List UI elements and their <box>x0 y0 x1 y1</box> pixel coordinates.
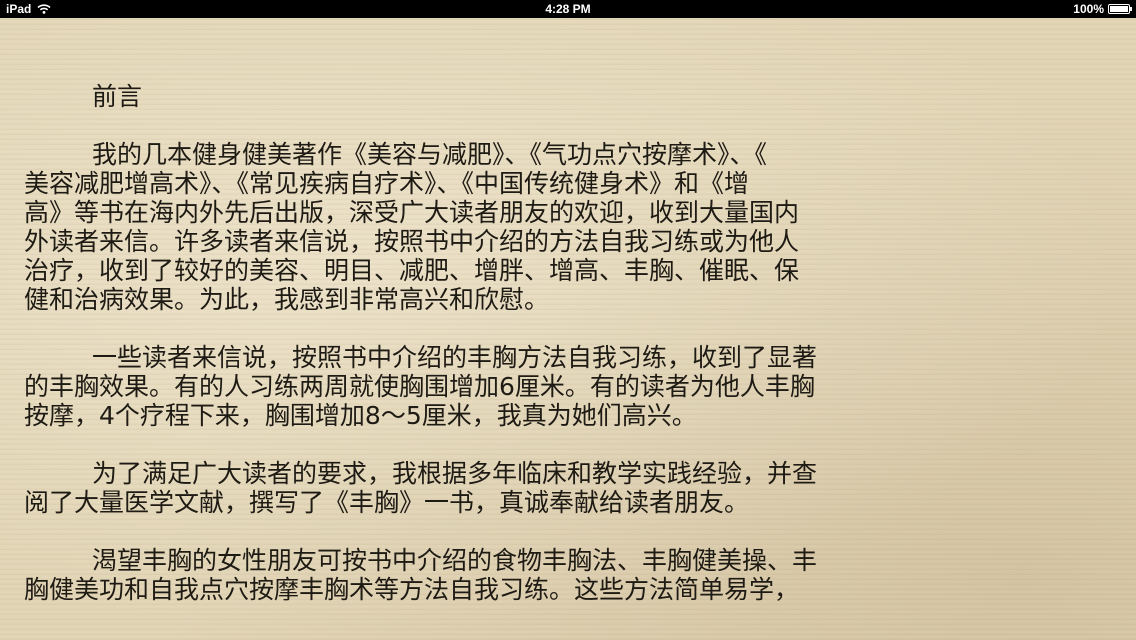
ipad-screen: iPad 4:28 PM 100% 前言 我的几本健身健美著作《美容与减肥》、《… <box>0 0 1136 640</box>
text-line: 为了满足广大读者的要求，我根据多年临床和教学实践经验，并查 <box>92 459 818 488</box>
status-right: 100% <box>1073 2 1132 16</box>
text-line: 胸健美功和自我点穴按摩丰胸术等方法自我习练。这些方法简单易学， <box>24 575 800 604</box>
text-line: 一些读者来信说，按照书中介绍的丰胸方法自我习练，收到了显著 <box>92 343 818 372</box>
text-line: 高》等书在海内外先后出版，深受广大读者朋友的欢迎，收到大量国内 <box>24 198 800 227</box>
text-line: 我的几本健身健美著作《美容与减肥》、《气功点穴按摩术》、《 <box>92 140 768 169</box>
book-page[interactable]: 前言 我的几本健身健美著作《美容与减肥》、《气功点穴按摩术》、《 美容减肥增高术》… <box>0 18 1136 640</box>
battery-percent: 100% <box>1073 2 1104 16</box>
text-line: 的丰胸效果。有的人习练两周就使胸围增加6厘米。有的读者为他人丰胸 <box>24 372 815 401</box>
reader-content: 前言 我的几本健身健美著作《美容与减肥》、《气功点穴按摩术》、《 美容减肥增高术》… <box>24 82 1124 604</box>
chapter-heading: 前言 <box>92 82 143 111</box>
battery-icon <box>1108 4 1132 14</box>
text-line: 渴望丰胸的女性朋友可按书中介绍的食物丰胸法、丰胸健美操、丰 <box>92 546 818 575</box>
text-line: 外读者来信。许多读者来信说，按照书中介绍的方法自我习练或为他人 <box>24 227 800 256</box>
paragraph: 我的几本健身健美著作《美容与减肥》、《气功点穴按摩术》、《 美容减肥增高术》、《常… <box>24 140 1124 314</box>
paragraphs: 我的几本健身健美著作《美容与减肥》、《气功点穴按摩术》、《 美容减肥增高术》、《常… <box>24 140 1124 604</box>
text-line: 治疗，收到了较好的美容、明目、减肥、增胖、增高、丰胸、催眠、保 <box>24 256 800 285</box>
status-bar: iPad 4:28 PM 100% <box>0 0 1136 18</box>
text-line: 按摩，4个疗程下来，胸围增加8～5厘米，我真为她们高兴。 <box>24 401 697 430</box>
text-line: 健和治病效果。为此，我感到非常高兴和欣慰。 <box>24 285 550 314</box>
status-time: 4:28 PM <box>545 2 591 16</box>
text-line: 阅了大量医学文献，撰写了《丰胸》一书，真诚奉献给读者朋友。 <box>24 488 750 517</box>
paragraph: 为了满足广大读者的要求，我根据多年临床和教学实践经验，并查 阅了大量医学文献，撰写… <box>24 459 1124 517</box>
paragraph: 渴望丰胸的女性朋友可按书中介绍的食物丰胸法、丰胸健美操、丰 胸健美功和自我点穴按摩… <box>24 546 1124 604</box>
text-line: 美容减肥增高术》、《常见疾病自疗术》、《中国传统健身术》和《增 <box>24 169 750 198</box>
paragraph: 一些读者来信说，按照书中介绍的丰胸方法自我习练，收到了显著 的丰胸效果。有的人习练… <box>24 343 1124 430</box>
